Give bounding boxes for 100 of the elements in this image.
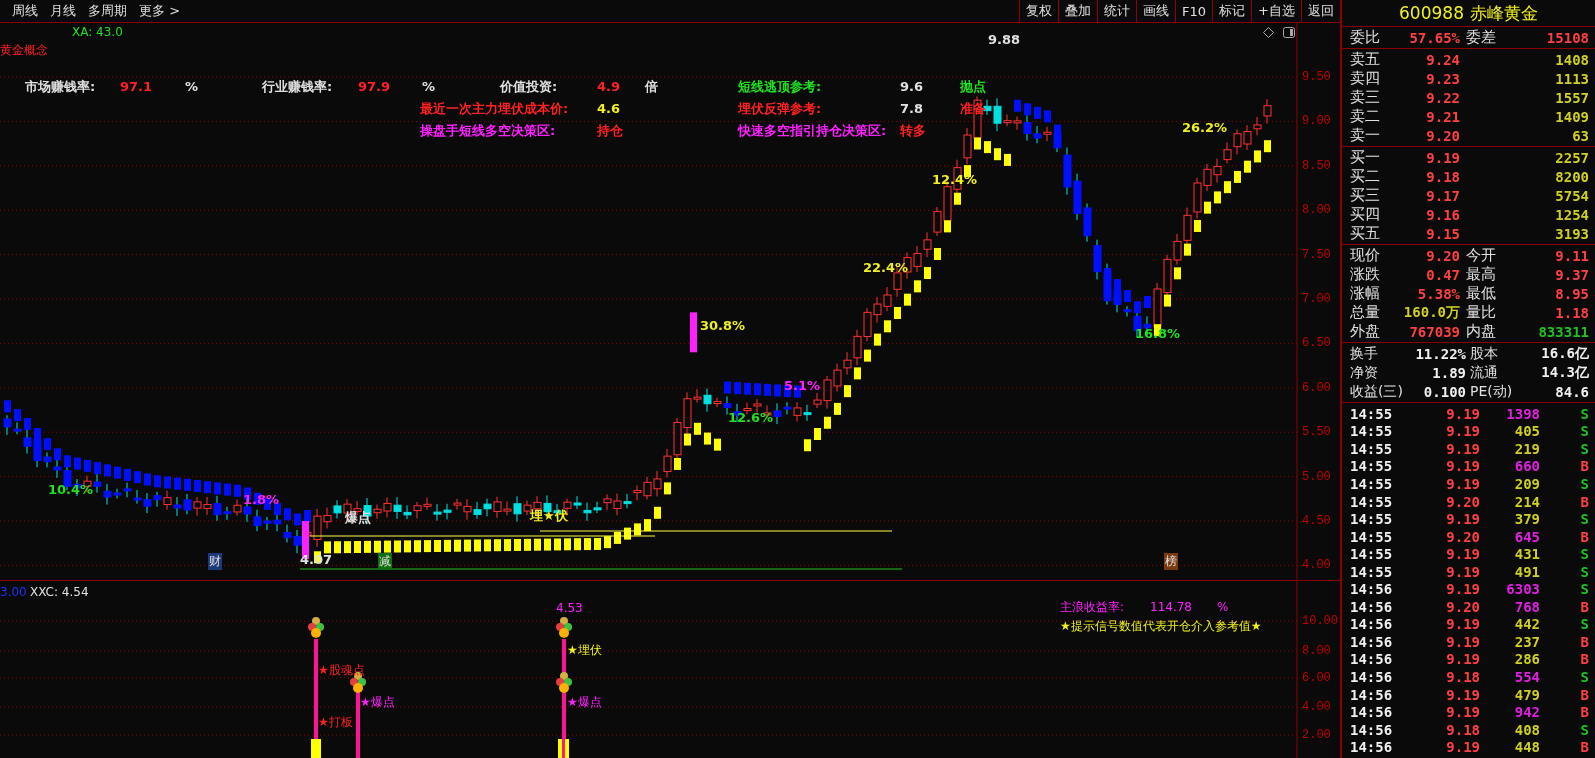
tick-side: S	[1579, 563, 1589, 580]
quote-label: 委比	[1350, 28, 1381, 47]
quote-value: 1.89	[1431, 364, 1466, 381]
event-marker[interactable]: 榜	[1164, 553, 1178, 570]
chart-annotation: 10.4%	[48, 483, 94, 497]
axis-label: 5.00	[1302, 469, 1331, 484]
axis-label: 9.00	[1302, 114, 1331, 129]
tick-side: S	[1579, 546, 1589, 563]
tick-time: 14:55	[1350, 528, 1394, 545]
order-level: 卖二	[1350, 107, 1381, 126]
quote-value: 9.11	[1554, 247, 1589, 264]
quote-label: 最高	[1465, 265, 1497, 284]
quote-value: 1.18	[1554, 304, 1589, 321]
toolbar-button[interactable]: +自选	[1251, 0, 1301, 22]
axis-label: 8.50	[1302, 158, 1331, 173]
period-tab[interactable]: 月线	[48, 2, 78, 20]
signal-label: ★打板	[318, 715, 353, 729]
quote-value: 84.6	[1554, 383, 1589, 400]
toolbar-button[interactable]: 返回	[1301, 0, 1340, 22]
quote-value: 767039	[1408, 323, 1460, 340]
info-text: 最近一次主力埋伏成本价:	[420, 102, 569, 116]
tick-side: S	[1579, 721, 1589, 738]
order-level: 买二	[1350, 167, 1381, 186]
tick-volume: 237	[1513, 633, 1540, 650]
order-level: 卖五	[1350, 50, 1381, 69]
quote-value: 8.95	[1554, 285, 1589, 302]
tick-time: 14:56	[1350, 704, 1394, 721]
tick-side: B	[1579, 458, 1589, 475]
tick-price: 9.19	[1445, 633, 1480, 650]
order-price: 9.21	[1425, 108, 1460, 125]
tick-price: 9.19	[1445, 423, 1480, 440]
chart-annotation: 9.88	[988, 33, 1021, 47]
chart-annotation: 12.6%	[728, 411, 774, 425]
tick-time: 14:56	[1350, 598, 1394, 615]
event-marker[interactable]: 财	[208, 553, 222, 570]
order-volume: 2257	[1554, 149, 1589, 166]
tick-volume: 479	[1513, 686, 1540, 703]
toolbar-button[interactable]: 统计	[1097, 0, 1137, 22]
quote-label: 现价	[1350, 246, 1381, 265]
tick-volume: 768	[1513, 598, 1540, 615]
tick-volume: 408	[1513, 721, 1540, 738]
toolbar-button[interactable]: 复权	[1019, 0, 1059, 22]
tick-price: 9.19	[1445, 616, 1480, 633]
diamond-icon[interactable]	[1263, 27, 1274, 38]
tick-volume: 405	[1513, 423, 1540, 440]
toolbar-button[interactable]: 叠加	[1058, 0, 1098, 22]
tick-time: 14:56	[1350, 581, 1394, 598]
event-marker[interactable]: 减	[378, 553, 392, 570]
peak-value: 4.53	[556, 601, 583, 615]
tick-side: S	[1579, 475, 1589, 492]
chart-annotation: 16.8%	[1135, 327, 1181, 341]
tick-price: 9.19	[1445, 651, 1480, 668]
tick-price: 9.19	[1445, 581, 1480, 598]
stock-code: 600988	[1399, 3, 1464, 23]
tick-side: S	[1579, 423, 1589, 440]
indicator-base: 3.00	[0, 585, 27, 599]
order-price: 9.23	[1425, 70, 1460, 87]
tick-price: 9.19	[1445, 546, 1480, 563]
info-text: 行业赚钱率:	[262, 80, 333, 94]
toolbar-button[interactable]: 画线	[1136, 0, 1176, 22]
quote-label: 流通	[1469, 363, 1499, 382]
tick-price: 9.19	[1445, 704, 1480, 721]
order-volume: 5754	[1554, 187, 1589, 204]
info-text: 短线逃顶参考:	[738, 80, 822, 94]
period-tab[interactable]: 更多 >	[137, 2, 183, 20]
tick-time: 14:56	[1350, 739, 1394, 756]
signal-label: ★埋伏	[567, 643, 602, 657]
period-tab[interactable]: 多周期	[86, 2, 129, 20]
tick-time: 14:56	[1350, 686, 1394, 703]
panel-icon[interactable]	[1283, 27, 1295, 38]
toolbar-button[interactable]: 标记	[1212, 0, 1252, 22]
quote-label: 量比	[1465, 303, 1497, 322]
toolbar-button[interactable]: F10	[1175, 0, 1213, 22]
info-text: 4.9	[597, 80, 621, 94]
axis-label: 4.50	[1302, 514, 1331, 528]
balloon-icon	[308, 617, 324, 638]
period-tab[interactable]: 周线	[10, 2, 40, 20]
quote-label: 内盘	[1465, 322, 1497, 341]
order-price: 9.18	[1425, 168, 1460, 185]
tick-side: S	[1579, 668, 1589, 685]
signal-label: ★爆点	[360, 695, 395, 709]
order-price: 9.17	[1425, 187, 1460, 204]
info-text: 市场赚钱率:	[25, 80, 96, 94]
axis-label: 5.50	[1302, 425, 1331, 440]
order-level: 卖四	[1350, 69, 1381, 88]
quote-label: 总量	[1350, 303, 1381, 322]
quote-label: 外盘	[1350, 322, 1381, 341]
tick-volume: 209	[1513, 475, 1540, 492]
quote-value: 9.37	[1554, 266, 1589, 283]
quote-value: 0.100	[1422, 383, 1466, 400]
order-volume: 1113	[1554, 70, 1589, 87]
tick-time: 14:55	[1350, 458, 1394, 475]
info-text: 转多	[900, 124, 926, 138]
indicator-value: XA: 43.0	[72, 25, 123, 39]
tick-side: B	[1579, 493, 1589, 510]
order-price: 9.19	[1425, 149, 1460, 166]
info-text: 97.1	[120, 80, 153, 94]
yield-value: 114.78	[1150, 600, 1192, 614]
quote-value: 11.22%	[1414, 345, 1466, 362]
tick-side: S	[1579, 511, 1589, 528]
